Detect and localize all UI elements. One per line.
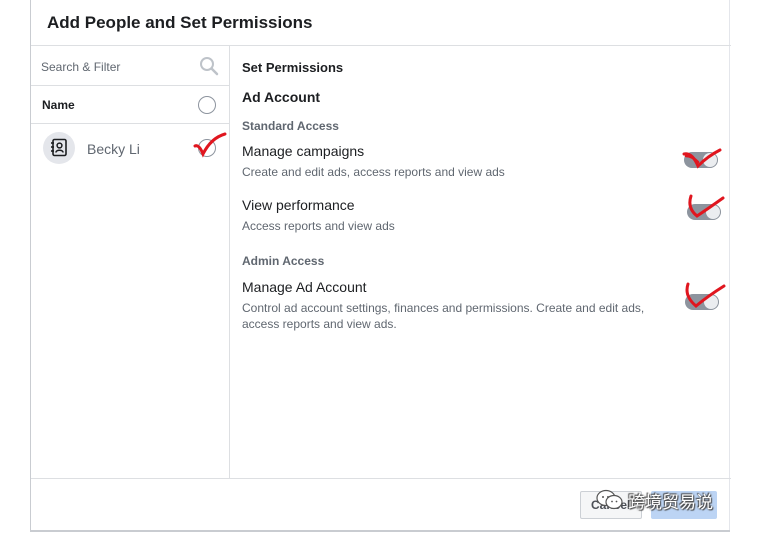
checkmark-annotation-icon — [685, 282, 726, 308]
asset-title: Ad Account — [242, 89, 321, 105]
person-row[interactable]: Becky Li — [31, 124, 229, 172]
set-permissions-heading: Set Permissions — [242, 60, 344, 75]
name-column-header: Name — [42, 98, 75, 112]
permission-description: Access reports and view ads — [242, 219, 395, 233]
user-contact-icon — [51, 138, 67, 157]
select-all-radio[interactable] — [198, 96, 216, 114]
person-name: Becky Li — [87, 141, 140, 157]
group-title-admin: Admin Access — [242, 254, 325, 268]
checkmark-annotation-icon — [193, 132, 227, 158]
group-title-standard: Standard Access — [242, 119, 339, 133]
permission-description: Control ad account settings, finances an… — [242, 301, 645, 331]
avatar — [43, 132, 75, 164]
search-icon[interactable] — [199, 56, 219, 76]
checkmark-annotation-icon — [682, 148, 722, 169]
search-input[interactable] — [39, 56, 193, 78]
dialog-header: Add People and Set Permissions — [31, 0, 731, 46]
permission-title: Manage campaigns — [242, 143, 365, 159]
permissions-pane: Set Permissions Ad Account Standard Acce… — [230, 46, 730, 478]
add-people-dialog: Add People and Set Permissions Name — [30, 0, 731, 531]
watermark: 跨境贸易说 — [596, 485, 742, 515]
dialog-bottom-edge — [30, 530, 730, 532]
permission-description: Create and edit ads, access reports and … — [242, 165, 505, 179]
dialog-title: Add People and Set Permissions — [47, 13, 313, 32]
wechat-icon — [596, 489, 623, 510]
checkmark-annotation-icon — [688, 194, 725, 218]
permission-title: Manage Ad Account — [242, 279, 367, 295]
watermark-text: 跨境贸易说 — [628, 492, 713, 513]
permission-title: View performance — [242, 197, 355, 213]
people-pane: Name Becky Li — [31, 46, 230, 478]
name-header-row: Name — [31, 86, 229, 124]
search-row — [31, 46, 229, 86]
